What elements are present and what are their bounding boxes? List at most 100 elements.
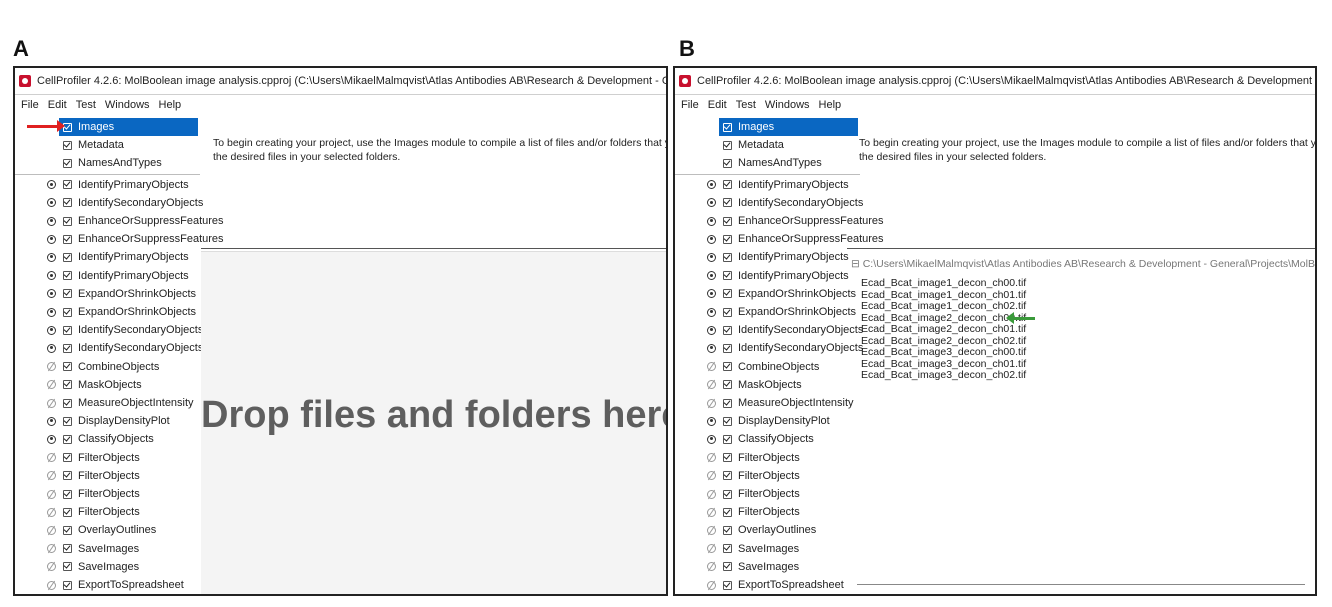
checkbox-icon[interactable] xyxy=(63,580,72,590)
menu-help[interactable]: Help xyxy=(819,99,842,111)
checkbox-icon[interactable] xyxy=(723,252,732,262)
checkbox-icon[interactable] xyxy=(63,158,72,168)
pipeline-module-identifyprimaryobjects[interactable]: IdentifyPrimaryObjects xyxy=(15,267,200,285)
eye-icon[interactable] xyxy=(707,562,716,572)
eye-icon[interactable] xyxy=(47,380,56,390)
checkbox-icon[interactable] xyxy=(63,489,72,499)
menu-windows[interactable]: Windows xyxy=(105,99,150,111)
checkbox-icon[interactable] xyxy=(723,180,732,190)
checkbox-icon[interactable] xyxy=(723,525,732,535)
checkbox-icon[interactable] xyxy=(723,398,732,408)
pipeline-module-classifyobjects[interactable]: ClassifyObjects xyxy=(15,430,200,448)
eye-icon[interactable] xyxy=(707,216,716,226)
checkbox-icon[interactable] xyxy=(723,140,732,150)
file-list-item[interactable]: Ecad_Bcat_image3_decon_ch02.tif xyxy=(861,369,1026,382)
pipeline-module-identifysecondaryobjects[interactable]: IdentifySecondaryObjects xyxy=(15,194,203,212)
checkbox-icon[interactable] xyxy=(63,307,72,317)
eye-icon[interactable] xyxy=(707,198,716,208)
eye-icon[interactable] xyxy=(47,307,56,317)
checkbox-icon[interactable] xyxy=(63,507,72,517)
eye-icon[interactable] xyxy=(47,343,56,353)
file-list-item[interactable]: Ecad_Bcat_image2_decon_ch01.tif xyxy=(861,323,1026,336)
eye-icon[interactable] xyxy=(707,343,716,353)
eye-icon[interactable] xyxy=(707,180,716,190)
menu-test[interactable]: Test xyxy=(736,99,756,111)
checkbox-icon[interactable] xyxy=(63,216,72,226)
checkbox-icon[interactable] xyxy=(63,434,72,444)
pipeline-module-filterobjects[interactable]: FilterObjects xyxy=(15,467,200,485)
eye-icon[interactable] xyxy=(47,489,56,499)
pipeline-module-exporttospreadsheet[interactable]: ExportToSpreadsheet xyxy=(15,576,200,594)
pipeline-module-exporttospreadsheet[interactable]: ExportToSpreadsheet xyxy=(675,576,860,594)
eye-icon[interactable] xyxy=(707,307,716,317)
eye-icon[interactable] xyxy=(707,453,716,463)
pipeline-module-expandorshrinkobjects[interactable]: ExpandOrShrinkObjects xyxy=(15,303,200,321)
checkbox-icon[interactable] xyxy=(63,544,72,554)
checkbox-icon[interactable] xyxy=(723,234,732,244)
checkbox-icon[interactable] xyxy=(63,380,72,390)
input-module-namesandtypes[interactable]: NamesAndTypes xyxy=(675,154,860,172)
input-module-metadata[interactable]: Metadata xyxy=(15,136,200,154)
checkbox-icon[interactable] xyxy=(63,562,72,572)
eye-icon[interactable] xyxy=(707,380,716,390)
eye-icon[interactable] xyxy=(707,252,716,262)
eye-icon[interactable] xyxy=(47,525,56,535)
checkbox-icon[interactable] xyxy=(63,271,72,281)
eye-icon[interactable] xyxy=(47,471,56,481)
file-tree-root[interactable]: ⊟ C:\Users\MikaelMalmqvist\Atlas Antibod… xyxy=(851,258,1315,270)
eye-icon[interactable] xyxy=(707,544,716,554)
checkbox-icon[interactable] xyxy=(63,362,72,372)
eye-icon[interactable] xyxy=(707,507,716,517)
file-list-item[interactable]: Ecad_Bcat_image3_decon_ch00.tif xyxy=(861,346,1026,359)
checkbox-icon[interactable] xyxy=(63,234,72,244)
eye-icon[interactable] xyxy=(707,489,716,499)
eye-icon[interactable] xyxy=(707,234,716,244)
checkbox-icon[interactable] xyxy=(63,140,72,150)
eye-icon[interactable] xyxy=(47,234,56,244)
eye-icon[interactable] xyxy=(47,398,56,408)
pipeline-module-combineobjects[interactable]: CombineObjects xyxy=(675,358,860,376)
menu-file[interactable]: File xyxy=(21,99,39,111)
pipeline-module-maskobjects[interactable]: MaskObjects xyxy=(15,376,200,394)
checkbox-icon[interactable] xyxy=(723,289,732,299)
checkbox-icon[interactable] xyxy=(63,198,72,208)
eye-icon[interactable] xyxy=(47,180,56,190)
checkbox-icon[interactable] xyxy=(723,471,732,481)
checkbox-icon[interactable] xyxy=(723,416,732,426)
menu-edit[interactable]: Edit xyxy=(48,99,67,111)
menu-file[interactable]: File xyxy=(681,99,699,111)
pipeline-module-overlayoutlines[interactable]: OverlayOutlines xyxy=(15,521,200,539)
checkbox-icon[interactable] xyxy=(63,289,72,299)
checkbox-icon[interactable] xyxy=(723,362,732,372)
pipeline-module-identifyprimaryobjects[interactable]: IdentifyPrimaryObjects xyxy=(675,176,860,194)
eye-icon[interactable] xyxy=(47,252,56,262)
pipeline-module-filterobjects[interactable]: FilterObjects xyxy=(15,449,200,467)
checkbox-icon[interactable] xyxy=(63,325,72,335)
eye-icon[interactable] xyxy=(47,544,56,554)
pipeline-module-saveimages[interactable]: SaveImages xyxy=(675,540,860,558)
pipeline-module-filterobjects[interactable]: FilterObjects xyxy=(675,485,860,503)
checkbox-icon[interactable] xyxy=(723,216,732,226)
checkbox-icon[interactable] xyxy=(63,416,72,426)
pipeline-module-overlayoutlines[interactable]: OverlayOutlines xyxy=(675,521,860,539)
pipeline-module-filterobjects[interactable]: FilterObjects xyxy=(675,503,860,521)
checkbox-icon[interactable] xyxy=(63,453,72,463)
eye-icon[interactable] xyxy=(47,362,56,372)
checkbox-icon[interactable] xyxy=(723,271,732,281)
pipeline-module-identifysecondaryobjects[interactable]: IdentifySecondaryObjects xyxy=(675,321,863,339)
pipeline-module-measureobjectintensity[interactable]: MeasureObjectIntensity xyxy=(675,394,860,412)
pipeline-module-identifysecondaryobjects[interactable]: IdentifySecondaryObjects xyxy=(15,339,203,357)
pipeline-module-measureobjectintensity[interactable]: MeasureObjectIntensity xyxy=(15,394,200,412)
eye-icon[interactable] xyxy=(47,434,56,444)
pipeline-module-expandorshrinkobjects[interactable]: ExpandOrShrinkObjects xyxy=(675,285,860,303)
menu-test[interactable]: Test xyxy=(76,99,96,111)
input-module-images[interactable]: Images xyxy=(675,118,860,136)
eye-icon[interactable] xyxy=(47,289,56,299)
eye-icon[interactable] xyxy=(47,198,56,208)
pipeline-module-filterobjects[interactable]: FilterObjects xyxy=(675,449,860,467)
pipeline-module-identifyprimaryobjects[interactable]: IdentifyPrimaryObjects xyxy=(675,248,860,266)
checkbox-icon[interactable] xyxy=(723,562,732,572)
checkbox-icon[interactable] xyxy=(63,398,72,408)
checkbox-icon[interactable] xyxy=(723,489,732,499)
title-bar[interactable]: CellProfiler 4.2.6: MolBoolean image ana… xyxy=(675,68,1315,95)
